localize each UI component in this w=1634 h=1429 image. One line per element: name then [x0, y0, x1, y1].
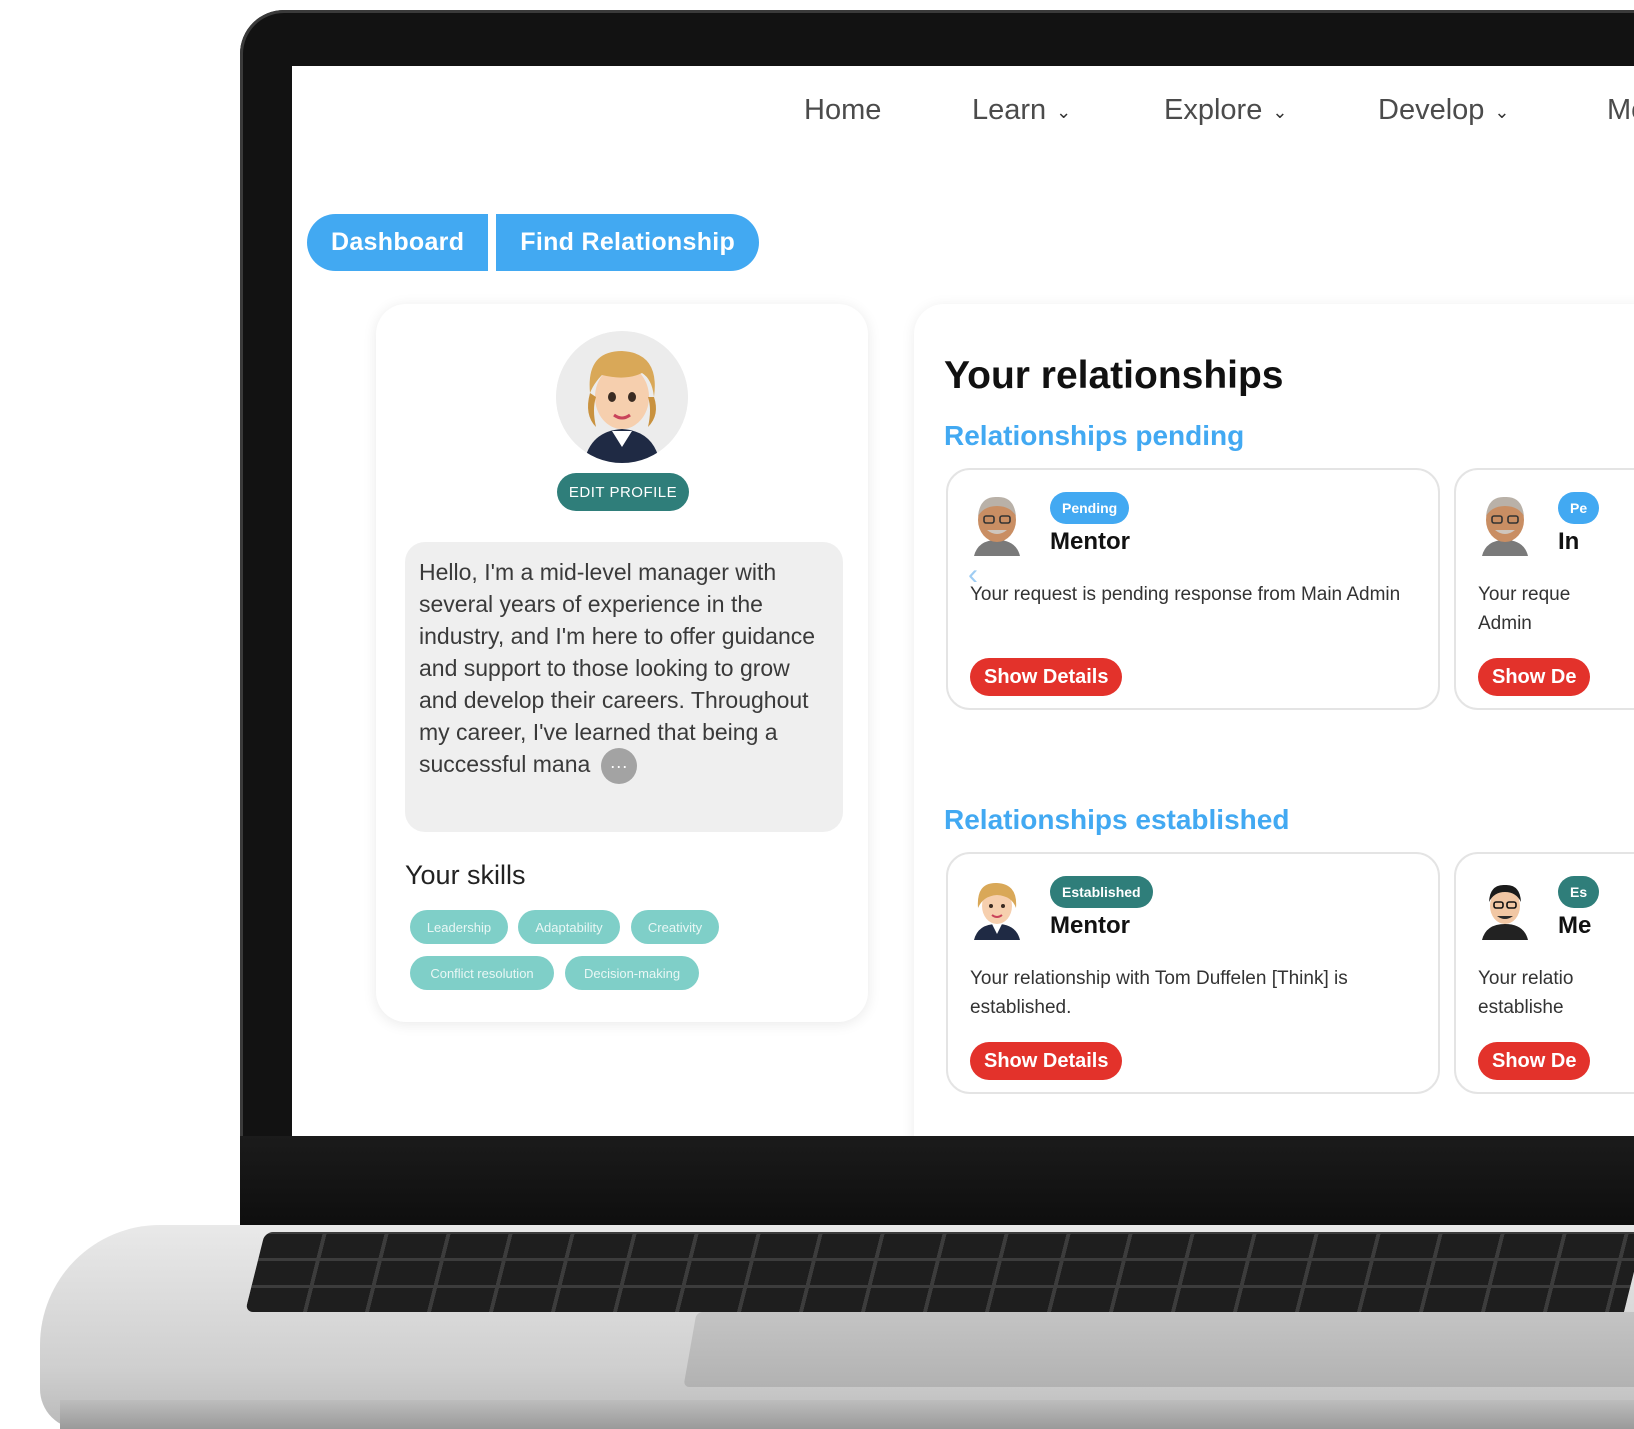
skill-tag: Creativity [631, 910, 719, 944]
avatar [556, 331, 688, 463]
show-details-button[interactable]: Show De [1478, 658, 1591, 696]
more-icon[interactable]: ··· [600, 748, 637, 784]
tab-bar: Dashboard Find Relationship [307, 214, 760, 271]
edit-profile-button[interactable]: EDIT PROFILE [557, 473, 689, 511]
nav-learn-label: Learn [972, 94, 1047, 126]
show-details-button[interactable]: Show Details [970, 658, 1123, 696]
relationship-description: Your relationship with Tom Duffelen [Thi… [970, 968, 1348, 1018]
relationship-card-established: Es Me Your relatio establishe Show De [1454, 852, 1634, 1094]
laptop-bezel [240, 1136, 1634, 1226]
status-badge: Pe [1558, 492, 1600, 524]
mentor-avatar-icon [974, 496, 1020, 556]
chevron-down-icon: ⌄ [1494, 102, 1510, 122]
chevron-down-icon: ⌄ [1272, 102, 1288, 122]
tab-find-relationship[interactable]: Find Relationship [496, 214, 760, 271]
relationship-card-pending: Pe In Your reque Admin Show De [1454, 468, 1634, 710]
relationship-role: In [1558, 528, 1580, 555]
show-details-button[interactable]: Show De [1478, 1042, 1591, 1080]
relationships-title: Your relationships [944, 354, 1284, 397]
app-screen: Home Learn ⌄ Explore ⌄ Develop ⌄ Mo Dash… [292, 66, 1634, 1136]
nav-home[interactable]: Home [804, 94, 881, 127]
nav-learn[interactable]: Learn ⌄ [972, 94, 1071, 127]
show-details-button[interactable]: Show Details [970, 1042, 1123, 1080]
nav-explore[interactable]: Explore ⌄ [1164, 94, 1287, 127]
relationship-card-established: Established Mentor Your relationship wit… [946, 852, 1440, 1094]
laptop-keyboard [245, 1232, 1634, 1312]
nav-more-label: Mo [1607, 94, 1634, 126]
pending-section-title: Relationships pending [944, 420, 1245, 451]
nav-explore-label: Explore [1164, 94, 1263, 126]
bio-box: Hello, I'm a mid-level manager with seve… [405, 542, 843, 832]
skills-title: Your skills [405, 860, 526, 890]
relationship-role: Mentor [1050, 528, 1130, 555]
top-nav: Home Learn ⌄ Explore ⌄ Develop ⌄ Mo [292, 94, 1634, 144]
established-section-title: Relationships established [944, 804, 1290, 835]
status-badge: Established [1050, 876, 1153, 908]
laptop-trackpad [683, 1312, 1634, 1387]
relationship-role: Me [1558, 912, 1592, 939]
mentor-avatar-icon [1482, 884, 1528, 940]
skill-tag: Adaptability [518, 910, 620, 944]
laptop-base-lip [60, 1400, 1634, 1429]
relationships-panel: Your relationships Relationships pending… [914, 304, 1634, 1136]
chevron-down-icon: ⌄ [1056, 102, 1072, 122]
bio-text: Hello, I'm a mid-level manager with seve… [419, 559, 816, 778]
relationship-description: Your request is pending response from Ma… [970, 584, 1401, 605]
skill-tag: Conflict resolution [410, 956, 554, 990]
skill-tag: Leadership [410, 910, 508, 944]
profile-card: EDIT PROFILE Hello, I'm a mid-level mana… [376, 304, 868, 1022]
relationship-role: Mentor [1050, 912, 1130, 939]
status-badge: Es [1558, 876, 1600, 908]
relationship-description: Your relatio establishe [1478, 968, 1574, 1018]
nav-develop[interactable]: Develop ⌄ [1378, 94, 1510, 127]
nav-develop-label: Develop [1378, 94, 1485, 126]
relationship-card-pending: Pending Mentor ‹ Your request is pending… [946, 468, 1440, 710]
skill-tag: Decision-making [565, 956, 699, 990]
tab-dashboard[interactable]: Dashboard [307, 214, 489, 271]
mentor-avatar-icon [974, 882, 1020, 940]
nav-more[interactable]: Mo [1607, 94, 1634, 127]
status-badge: Pending [1050, 492, 1130, 524]
relationship-description: Your reque Admin [1478, 584, 1571, 634]
mentor-avatar-icon [1482, 496, 1528, 556]
nav-home-label: Home [804, 94, 882, 126]
